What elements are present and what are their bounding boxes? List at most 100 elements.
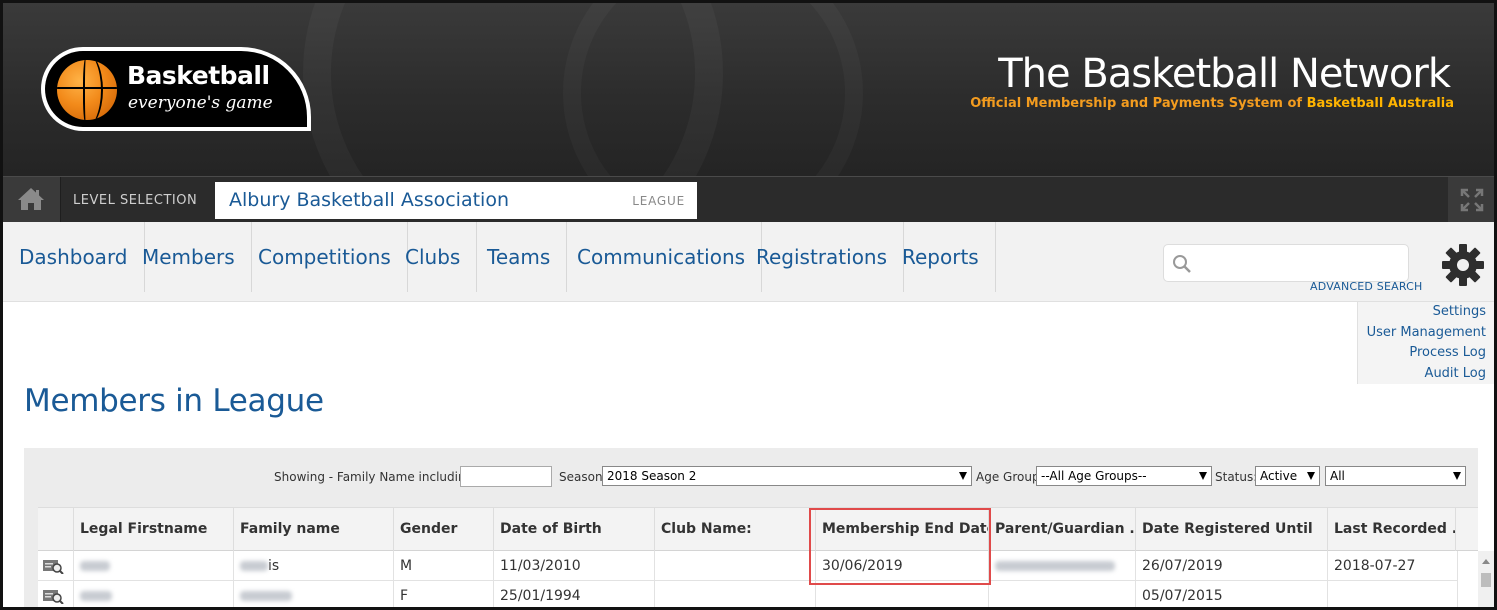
scroll-up-icon[interactable] <box>1482 559 1490 564</box>
registered-until-cell: 26/07/2019 <box>1136 551 1328 581</box>
registered-until-cell: 05/07/2015 <box>1136 581 1328 607</box>
col-last-recorded[interactable]: Last Recorded ... <box>1328 508 1456 551</box>
redacted-text <box>240 591 292 601</box>
membership-end-cell: 30/06/2019 <box>816 551 989 581</box>
dob-cell: 11/03/2010 <box>494 551 655 581</box>
gender-cell: M <box>394 551 494 581</box>
menu-item-settings[interactable]: Settings <box>1358 302 1494 323</box>
fullscreen-button[interactable] <box>1448 177 1494 222</box>
age-group-select[interactable]: --All Age Groups-- <box>1036 466 1212 486</box>
col-family-name[interactable]: Family name <box>234 508 394 551</box>
col-membership-end-date[interactable]: Membership End Date <box>816 508 989 551</box>
guardian-cell <box>989 581 1136 607</box>
col-club-name[interactable]: Club Name: <box>655 508 816 551</box>
nav-competitions[interactable]: Competitions <box>242 222 408 292</box>
logo-title: Basketball <box>127 61 270 90</box>
network-subtitle-prefix: Official Membership and Payments System … <box>970 96 1307 111</box>
nav-clubs[interactable]: Clubs <box>389 222 478 292</box>
club-cell <box>655 551 816 581</box>
family-name-filter-label: Showing - Family Name including <box>274 470 474 484</box>
status-value: Active <box>1260 469 1298 483</box>
menu-item-audit-log[interactable]: Audit Log <box>1358 364 1494 385</box>
scroll-thumb[interactable] <box>1481 573 1491 587</box>
page-title: Members in League <box>24 383 324 419</box>
nav-teams[interactable]: Teams <box>471 222 568 292</box>
network-subtitle-brand: Basketball Australia <box>1306 96 1454 111</box>
header-decoration <box>563 3 863 176</box>
search-icon <box>1173 255 1191 273</box>
age-group-label: Age Group <box>976 470 1040 484</box>
redacted-text <box>995 561 1115 571</box>
last-recorded-cell: 2018-07-27 <box>1328 551 1458 581</box>
season-value: 2018 Season 2 <box>607 469 697 483</box>
firstname-cell <box>74 551 234 581</box>
level-selection-label: LEVEL SELECTION <box>73 193 198 208</box>
basketball-icon <box>57 60 117 120</box>
extra-filter-value: All <box>1330 469 1345 483</box>
redacted-text <box>240 561 268 571</box>
view-cell[interactable] <box>38 551 74 581</box>
chevron-down-icon <box>1307 472 1315 480</box>
grid-header: Legal Firstname Family name Gender Date … <box>38 507 1478 551</box>
settings-menu: Settings User Management Process Log Aud… <box>1357 302 1494 384</box>
col-actions <box>38 508 74 551</box>
menu-item-process-log[interactable]: Process Log <box>1358 343 1494 364</box>
club-cell <box>655 581 816 607</box>
view-record-icon[interactable] <box>42 558 64 574</box>
redacted-text <box>80 591 112 601</box>
guardian-cell <box>989 551 1136 581</box>
menu-item-user-management[interactable]: User Management <box>1358 323 1494 344</box>
view-record-icon[interactable] <box>42 588 64 604</box>
table-row[interactable]: is M 11/03/2010 30/06/2019 26/07/2019 20… <box>38 551 1458 581</box>
gender-cell: F <box>394 581 494 607</box>
advanced-search-link[interactable]: ADVANCED SEARCH <box>1310 280 1422 293</box>
logo-tagline: everyone's game <box>128 93 273 113</box>
nav-registrations[interactable]: Registrations <box>740 222 905 292</box>
family-name-input[interactable] <box>460 466 552 487</box>
chevron-down-icon <box>1453 472 1461 480</box>
family-name-cell: is <box>234 551 394 581</box>
col-legal-firstname[interactable]: Legal Firstname <box>74 508 234 551</box>
col-gender[interactable]: Gender <box>394 508 494 551</box>
level-name: Albury Basketball Association <box>229 189 509 211</box>
nav-dashboard[interactable]: Dashboard <box>3 222 145 292</box>
level-selection-bar: LEVEL SELECTION Albury Basketball Associ… <box>3 176 1494 222</box>
main-nav: Dashboard Members Competitions Clubs Tea… <box>3 222 1494 302</box>
nav-members[interactable]: Members <box>126 222 252 292</box>
level-selector[interactable]: Albury Basketball Association LEAGUE <box>215 182 697 219</box>
home-icon <box>18 188 44 210</box>
filter-bar: Showing - Family Name including Season 2… <box>24 464 1478 488</box>
basketball-logo[interactable]: Basketball everyone's game <box>41 47 311 131</box>
network-subtitle: Official Membership and Payments System … <box>970 96 1454 111</box>
age-group-value: --All Age Groups-- <box>1041 469 1147 483</box>
level-type: LEAGUE <box>632 194 685 208</box>
family-name-cell <box>234 581 394 607</box>
last-recorded-cell <box>1328 581 1458 607</box>
view-cell[interactable] <box>38 581 74 607</box>
season-label: Season <box>559 470 603 484</box>
dob-cell: 25/01/1994 <box>494 581 655 607</box>
search-field[interactable] <box>1163 244 1409 282</box>
home-button[interactable] <box>3 177 61 222</box>
season-select[interactable]: 2018 Season 2 <box>602 466 972 486</box>
firstname-cell <box>74 581 234 607</box>
nav-communications[interactable]: Communications <box>561 222 763 292</box>
chevron-down-icon <box>959 472 967 480</box>
status-label: Status: <box>1215 470 1258 484</box>
search-input[interactable] <box>1198 251 1398 275</box>
table-row[interactable]: F 25/01/1994 05/07/2015 <box>38 581 1458 607</box>
family-name-visible: is <box>268 558 280 574</box>
col-date-of-birth[interactable]: Date of Birth <box>494 508 655 551</box>
status-select[interactable]: Active <box>1255 466 1320 486</box>
members-grid: Legal Firstname Family name Gender Date … <box>38 507 1494 607</box>
network-title: The Basketball Network <box>998 51 1451 97</box>
col-parent-guardian[interactable]: Parent/Guardian ... <box>989 508 1136 551</box>
vertical-scrollbar[interactable] <box>1478 551 1494 607</box>
extra-filter-select[interactable]: All <box>1325 466 1466 486</box>
nav-reports[interactable]: Reports <box>886 222 996 292</box>
membership-end-cell <box>816 581 989 607</box>
chevron-down-icon <box>1199 472 1207 480</box>
col-date-registered-until[interactable]: Date Registered Until <box>1136 508 1328 551</box>
gear-icon[interactable] <box>1439 241 1487 289</box>
redacted-text <box>80 561 110 571</box>
